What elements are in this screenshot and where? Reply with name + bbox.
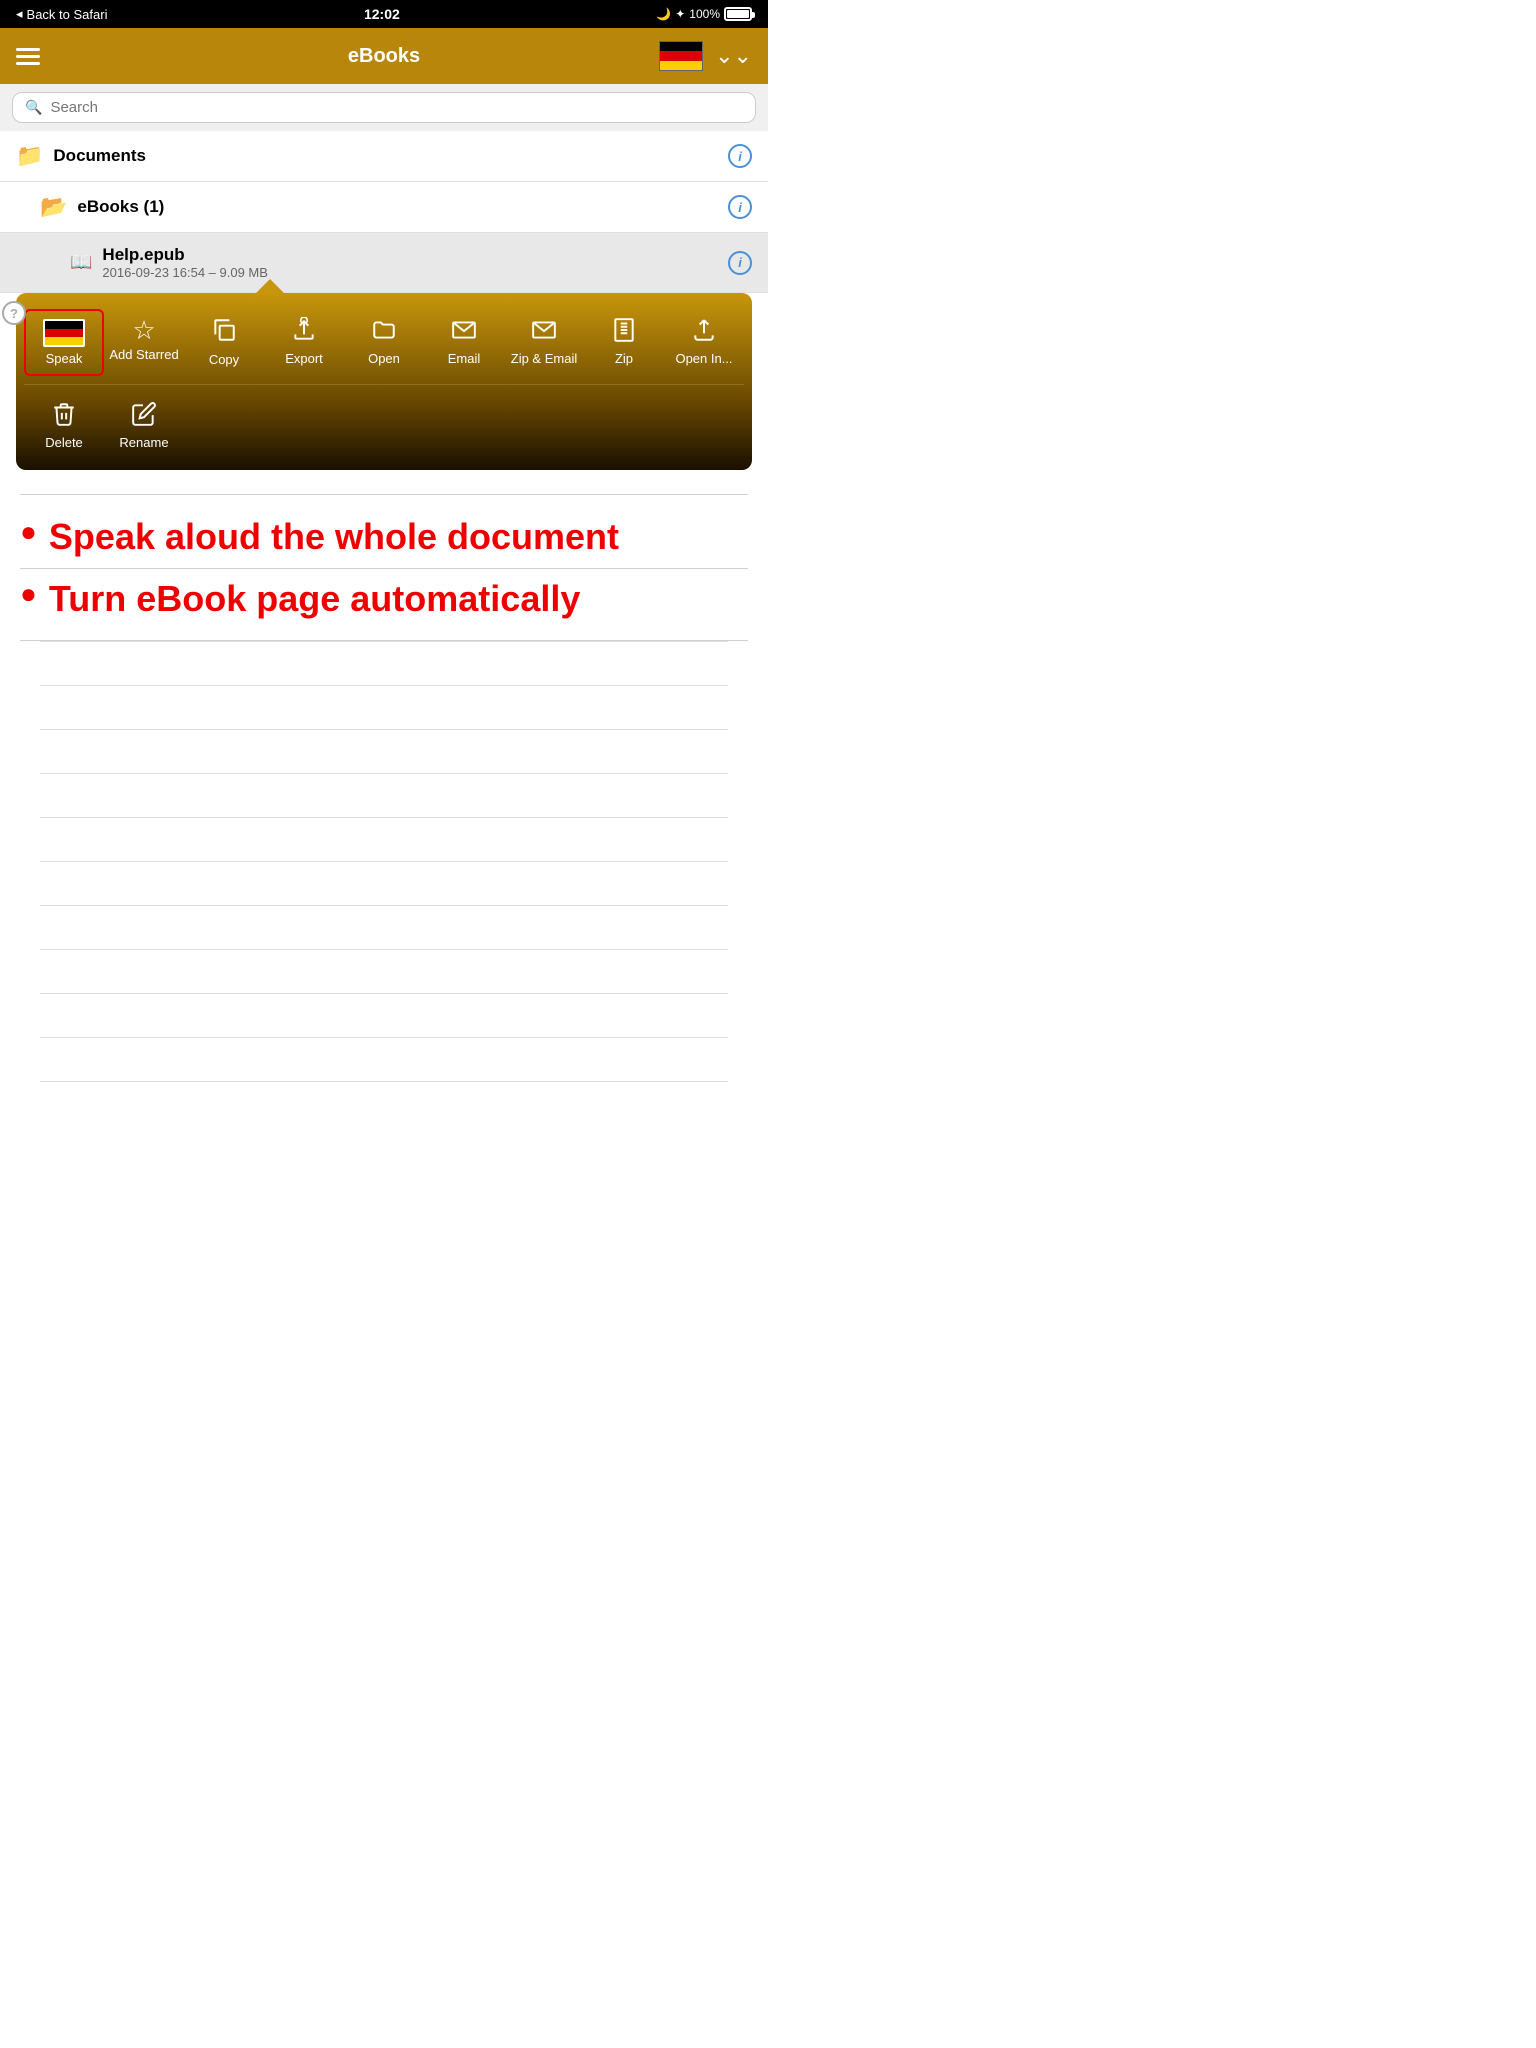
context-menu: Speak ☆ Add Starred Copy (16, 293, 752, 470)
ebooks-folder-icon: 📂 (40, 194, 67, 220)
epub-info-button[interactable]: i (728, 251, 752, 275)
ctx-email-label: Email (448, 351, 481, 366)
ctx-rename-button[interactable]: Rename (104, 393, 184, 458)
status-back[interactable]: ◂ Back to Safari (16, 6, 107, 22)
ctx-copy-button[interactable]: Copy (184, 309, 264, 375)
trash-icon (51, 401, 77, 431)
help-epub-item[interactable]: 📖 Help.epub 2016-09-23 16:54 – 9.09 MB i (0, 233, 768, 293)
search-icon: 🔍 (25, 99, 42, 116)
divider-between-bullets (20, 568, 748, 569)
copy-icon (211, 317, 237, 348)
ctx-zip-label: Zip (615, 351, 633, 366)
bluetooth-icon: ✦ (675, 7, 685, 21)
zip-email-icon (531, 317, 557, 347)
ruled-line-7 (40, 905, 728, 949)
ctx-add-starred-label: Add Starred (109, 347, 178, 362)
ruled-line-4 (40, 773, 728, 817)
chevron-down-icon[interactable]: ⌄⌄ (715, 43, 752, 69)
export-icon (291, 317, 317, 347)
ruled-line-10 (40, 1037, 728, 1081)
flag-black-stripe (660, 42, 702, 51)
help-button[interactable]: ? (2, 301, 26, 325)
ruled-line-5 (40, 817, 728, 861)
nav-title: eBooks (348, 45, 420, 68)
ctx-export-button[interactable]: Export (264, 309, 344, 374)
ctx-open-label: Open (368, 351, 400, 366)
ruled-lines (20, 641, 748, 1125)
context-menu-arrow (256, 279, 284, 293)
ebooks-folder[interactable]: 📂 eBooks (1) i (0, 182, 768, 233)
back-label: Back to Safari (27, 7, 108, 22)
ctx-rename-label: Rename (119, 435, 168, 450)
bullet-list: ● Speak aloud the whole document ● Turn … (20, 495, 748, 640)
ctx-delete-label: Delete (45, 435, 83, 450)
search-input-wrap[interactable]: 🔍 (12, 92, 756, 123)
ruled-line-2 (40, 685, 728, 729)
nav-right-controls: ⌄⌄ (659, 41, 752, 71)
ctx-add-starred-button[interactable]: ☆ Add Starred (104, 309, 184, 370)
ctx-zip-email-button[interactable]: Zip & Email (504, 309, 584, 374)
ctx-open-button[interactable]: Open (344, 309, 424, 374)
ebooks-info-button[interactable]: i (728, 195, 752, 219)
pencil-icon (131, 401, 157, 431)
ctx-zip-button[interactable]: Zip (584, 309, 664, 374)
file-list: 📁 Documents i 📂 eBooks (1) i 📖 Help.epub… (0, 131, 768, 293)
ruled-line-6 (40, 861, 728, 905)
flag-gold-stripe (660, 61, 702, 70)
search-bar: 🔍 (0, 84, 768, 131)
ctx-email-button[interactable]: Email (424, 309, 504, 374)
email-icon (451, 317, 477, 347)
back-arrow: ◂ (16, 6, 23, 22)
documents-label: Documents (53, 146, 146, 165)
ctx-speak-label: Speak (46, 351, 83, 366)
folder-icon: 📁 (16, 143, 43, 169)
ctx-speak-button[interactable]: Speak (24, 309, 104, 376)
ctx-zip-email-label: Zip & Email (511, 351, 577, 366)
ctx-export-label: Export (285, 351, 323, 366)
flag-germany[interactable] (659, 41, 703, 71)
epub-icon: 📖 (70, 252, 92, 273)
ebooks-label: eBooks (1) (77, 197, 164, 216)
documents-info-button[interactable]: i (728, 144, 752, 168)
bullet-dot-2: ● (20, 577, 37, 611)
ruled-line-11 (40, 1081, 728, 1125)
open-icon (371, 317, 397, 347)
bullet-item-2: ● Turn eBook page automatically (20, 577, 748, 620)
ruled-line-8 (40, 949, 728, 993)
bullet-text-2: Turn eBook page automatically (49, 577, 580, 620)
ruled-line-9 (40, 993, 728, 1037)
bullet-text-1: Speak aloud the whole document (49, 515, 619, 558)
epub-meta: 2016-09-23 16:54 – 9.09 MB (102, 265, 728, 280)
battery-icon (724, 7, 752, 21)
open-in-icon (691, 317, 717, 347)
status-icons: 🌙 ✦ 100% (656, 7, 752, 21)
battery-label: 100% (689, 7, 720, 21)
ruled-line-3 (40, 729, 728, 773)
ctx-open-in-label: Open In... (675, 351, 732, 366)
flag-red-stripe (660, 51, 702, 60)
context-menu-row-1: Speak ☆ Add Starred Copy (16, 305, 752, 380)
epub-filename: Help.epub (102, 245, 728, 265)
status-time: 12:02 (364, 6, 400, 22)
bullet-item-1: ● Speak aloud the whole document (20, 515, 748, 558)
hamburger-button[interactable] (16, 48, 40, 65)
speak-flag-icon (43, 319, 85, 347)
zip-icon (611, 317, 637, 347)
ruled-line-1 (40, 641, 728, 685)
ctx-delete-button[interactable]: Delete (24, 393, 104, 458)
bullet-dot-1: ● (20, 515, 37, 549)
status-bar: ◂ Back to Safari 12:02 🌙 ✦ 100% (0, 0, 768, 28)
ctx-open-in-button[interactable]: Open In... (664, 309, 744, 374)
star-icon: ☆ (132, 317, 155, 343)
moon-icon: 🌙 (656, 7, 671, 21)
documents-folder[interactable]: 📁 Documents i (0, 131, 768, 182)
context-menu-container: ? Speak ☆ Add Starred (0, 293, 768, 474)
context-menu-row-2: Delete Rename (16, 389, 752, 462)
search-input[interactable] (50, 99, 743, 116)
ctx-copy-label: Copy (209, 352, 239, 367)
context-menu-divider (24, 384, 744, 385)
content-area: ● Speak aloud the whole document ● Turn … (0, 474, 768, 1145)
nav-bar: eBooks ⌄⌄ (0, 28, 768, 84)
